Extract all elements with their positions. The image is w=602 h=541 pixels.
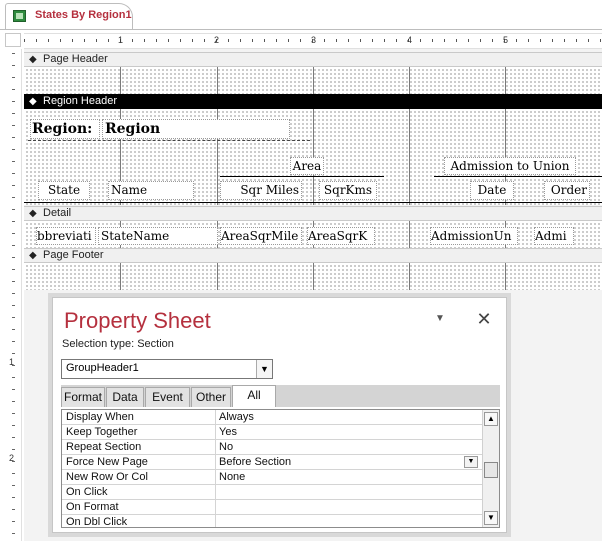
scroll-thumb[interactable] bbox=[484, 462, 498, 478]
scroll-down-icon[interactable]: ▼ bbox=[484, 511, 498, 525]
document-tab[interactable]: States By Region1 bbox=[5, 3, 133, 29]
area-sqkm-textbox[interactable]: AreaSqrK bbox=[307, 227, 375, 245]
ruler-mark: 2 bbox=[214, 35, 220, 45]
ruler-mark: 1 bbox=[118, 35, 124, 45]
detail-label: Detail bbox=[43, 207, 72, 219]
detail-bar[interactable]: ◆ Detail bbox=[24, 206, 602, 221]
page-header-label: Page Header bbox=[43, 53, 108, 65]
selected-object-value: GroupHeader1 bbox=[66, 362, 139, 374]
property-grid: Display When Always Keep Together Yes Re… bbox=[61, 409, 500, 528]
property-name: Display When bbox=[66, 411, 134, 423]
property-row-on-format[interactable]: On Format bbox=[62, 500, 482, 515]
chevron-down-icon[interactable]: ▼ bbox=[256, 360, 272, 378]
property-name: On Click bbox=[66, 486, 108, 498]
area-heading-label[interactable]: Area bbox=[290, 157, 324, 175]
horizontal-ruler[interactable]: 1 2 3 4 5 bbox=[24, 33, 602, 49]
property-name: New Row Or Col bbox=[66, 471, 148, 483]
collapse-arrow-icon: ◆ bbox=[29, 250, 37, 261]
selection-type-label: Selection type: Section bbox=[62, 338, 174, 350]
region-label[interactable]: Region: bbox=[30, 119, 100, 139]
property-row-new-row-or-col[interactable]: New Row Or Col None bbox=[62, 470, 482, 485]
property-name: Force New Page bbox=[66, 456, 148, 468]
collapse-arrow-icon: ◆ bbox=[29, 54, 37, 65]
report-icon bbox=[13, 10, 26, 22]
date-column-label[interactable]: Date bbox=[470, 181, 514, 200]
property-grid-scrollbar[interactable]: ▲ ▼ bbox=[482, 410, 499, 527]
ruler-mark: 5 bbox=[503, 35, 509, 45]
name-column-label[interactable]: Name bbox=[108, 181, 194, 200]
chevron-down-icon[interactable]: ▼ bbox=[464, 456, 478, 468]
ruler-corner-selector[interactable] bbox=[5, 33, 21, 47]
detail-section[interactable]: bbreviati StateName AreaSqrMile AreaSqrK… bbox=[24, 221, 602, 248]
header-bottom-line[interactable] bbox=[24, 202, 602, 203]
admission-heading-label[interactable]: Admission to Union bbox=[444, 157, 576, 175]
property-value[interactable]: None bbox=[219, 470, 245, 484]
page-footer-section[interactable] bbox=[24, 263, 602, 290]
sqr-miles-column-label[interactable]: Sqr Miles bbox=[220, 181, 302, 200]
region-header-bar[interactable]: ◆ Region Header bbox=[24, 94, 602, 109]
ruler-mark: 2 bbox=[9, 453, 15, 463]
page-header-section[interactable] bbox=[24, 67, 602, 94]
property-row-repeat-section[interactable]: Repeat Section No bbox=[62, 440, 482, 455]
property-row-keep-together[interactable]: Keep Together Yes bbox=[62, 425, 482, 440]
property-tabs: Format Data Event Other All bbox=[61, 385, 500, 407]
property-row-force-new-page[interactable]: Force New Page Before Section ▼ bbox=[62, 455, 482, 470]
region-textbox[interactable]: Region bbox=[102, 119, 290, 139]
state-name-textbox[interactable]: StateName bbox=[98, 227, 218, 245]
tab-all[interactable]: All bbox=[232, 385, 276, 407]
admission-heading-line[interactable] bbox=[434, 176, 602, 177]
vertical-ruler[interactable]: 1 2 bbox=[5, 49, 22, 541]
property-value[interactable]: Before Section bbox=[219, 455, 291, 469]
property-sheet-pane[interactable]: Property Sheet ▼ ✕ Selection type: Secti… bbox=[52, 297, 507, 533]
sqr-kms-column-label[interactable]: SqrKms bbox=[319, 181, 377, 200]
page-footer-label: Page Footer bbox=[43, 249, 104, 261]
abbreviation-textbox[interactable]: bbreviati bbox=[36, 227, 96, 245]
region-header-label: Region Header bbox=[43, 95, 117, 107]
state-column-label[interactable]: State bbox=[38, 181, 90, 200]
area-sqmiles-textbox[interactable]: AreaSqrMile bbox=[220, 227, 302, 245]
admission-order-textbox[interactable]: Admi bbox=[534, 227, 574, 245]
tab-format[interactable]: Format bbox=[61, 387, 105, 407]
property-row-display-when[interactable]: Display When Always bbox=[62, 410, 482, 425]
tab-other[interactable]: Other bbox=[191, 387, 231, 407]
property-row-on-click[interactable]: On Click bbox=[62, 485, 482, 500]
ruler-ticks bbox=[12, 53, 15, 534]
property-name: Repeat Section bbox=[66, 441, 142, 453]
admission-date-textbox[interactable]: AdmissionUn bbox=[430, 227, 518, 245]
region-header-section[interactable]: Region: Region Area Admission to Union S… bbox=[24, 109, 602, 205]
area-heading-line[interactable] bbox=[220, 176, 384, 177]
order-column-label[interactable]: Order bbox=[544, 181, 590, 200]
ruler-mark: 4 bbox=[407, 35, 413, 45]
collapse-arrow-icon: ◆ bbox=[29, 96, 37, 107]
page-header-bar[interactable]: ◆ Page Header bbox=[24, 52, 602, 67]
property-value[interactable]: Yes bbox=[219, 425, 237, 439]
collapse-arrow-icon: ◆ bbox=[29, 208, 37, 219]
property-value[interactable]: Always bbox=[219, 410, 254, 424]
document-tab-title: States By Region1 bbox=[35, 9, 132, 21]
property-name: On Format bbox=[66, 501, 119, 513]
property-name: On Dbl Click bbox=[66, 516, 128, 528]
property-sheet-title: Property Sheet bbox=[64, 308, 211, 333]
tab-divider bbox=[0, 29, 602, 30]
property-row-on-dbl-click[interactable]: On Dbl Click bbox=[62, 515, 482, 528]
page-footer-bar[interactable]: ◆ Page Footer bbox=[24, 248, 602, 263]
tab-event[interactable]: Event bbox=[145, 387, 190, 407]
close-icon[interactable]: ✕ bbox=[473, 308, 495, 330]
pane-options-icon[interactable]: ▼ bbox=[429, 308, 451, 330]
property-name: Keep Together bbox=[66, 426, 138, 438]
region-underline[interactable] bbox=[28, 140, 310, 141]
ruler-mark: 3 bbox=[311, 35, 317, 45]
tab-data[interactable]: Data bbox=[106, 387, 144, 407]
ruler-mark: 1 bbox=[9, 357, 15, 367]
scroll-up-icon[interactable]: ▲ bbox=[484, 412, 498, 426]
object-selector-dropdown[interactable]: GroupHeader1 ▼ bbox=[61, 359, 273, 379]
property-value[interactable]: No bbox=[219, 440, 233, 454]
